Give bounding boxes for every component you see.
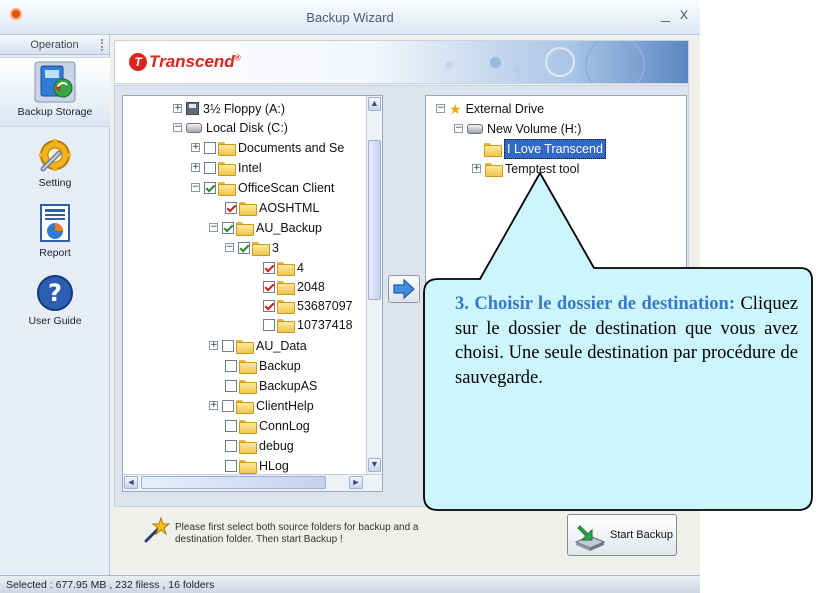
callout-title: 3. Choisir le dossier de destination: (455, 294, 735, 314)
callout-text: 3. Choisir le dossier de destination: Cl… (455, 292, 798, 390)
